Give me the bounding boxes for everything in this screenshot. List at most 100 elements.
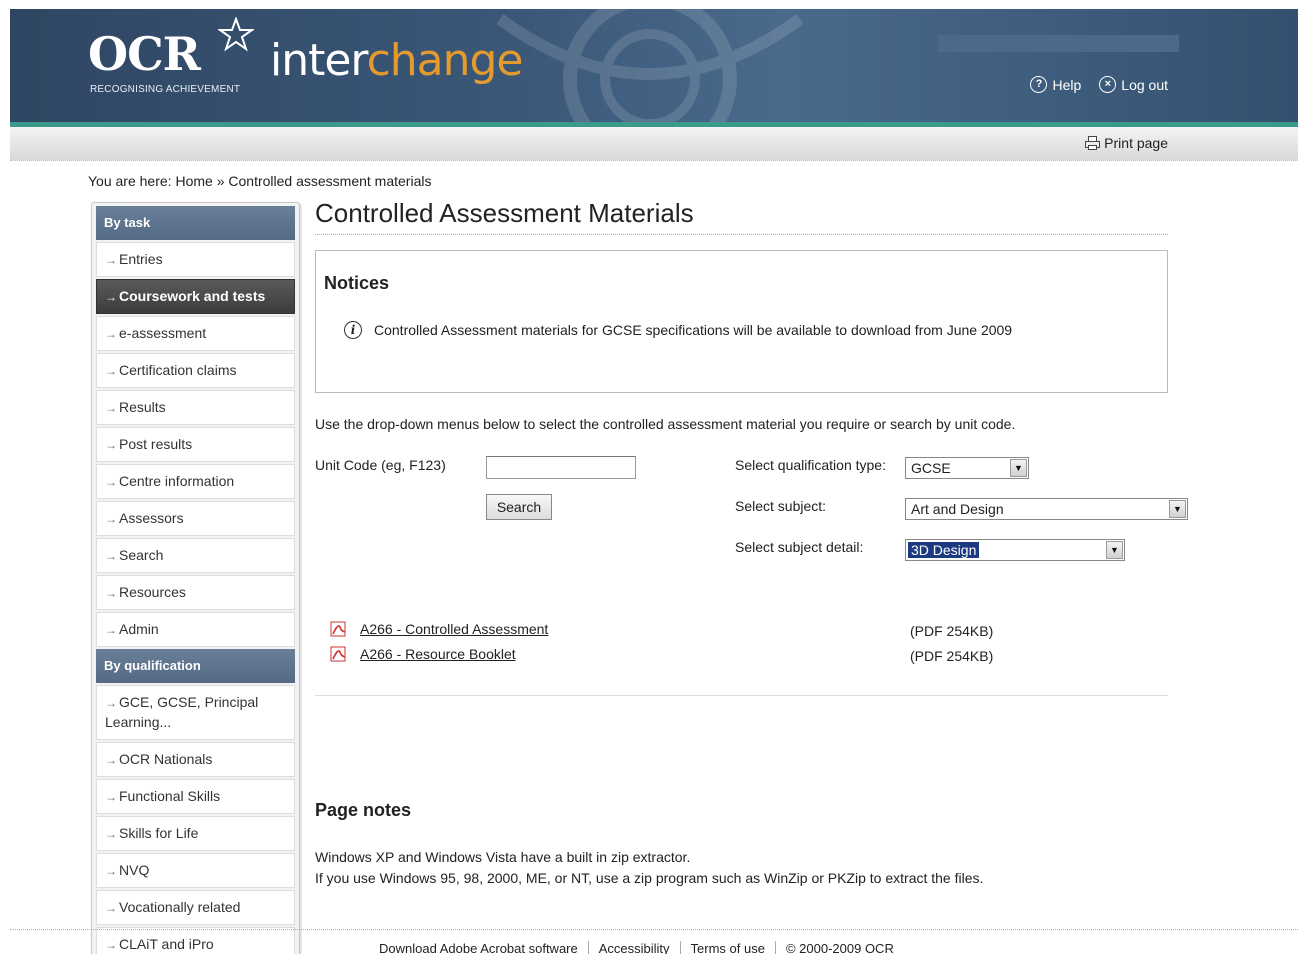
sidebar-item-vocationally-related[interactable]: → Vocationally related — [96, 889, 295, 925]
print-label: Print page — [1104, 135, 1168, 151]
sidebar-heading-by-qualification: By qualification — [96, 649, 295, 683]
file-row: A266 - Controlled Assessment — [330, 621, 548, 637]
sidebar-item-entries[interactable]: → Entries — [96, 242, 295, 277]
arrow-right-icon: → — [105, 937, 117, 952]
sidebar-item-label: NVQ — [119, 861, 150, 878]
chevron-down-icon[interactable]: ▼ — [1010, 459, 1027, 477]
sidebar-item-label: Skills for Life — [119, 824, 199, 841]
logout-label: Log out — [1121, 76, 1168, 93]
sidebar-item-assessors[interactable]: → Assessors — [96, 501, 295, 536]
sidebar-item-resources[interactable]: → Resources — [96, 575, 295, 610]
sidebar-item-label: OCR Nationals — [119, 750, 213, 767]
sidebar-item-skills-for-life[interactable]: → Skills for Life — [96, 815, 295, 851]
subject-detail-select[interactable]: 3D Design ▼ — [905, 539, 1125, 561]
file-row: A266 - Resource Booklet — [330, 646, 516, 662]
arrow-right-icon: → — [105, 549, 117, 563]
footer-link-acrobat[interactable]: Download Adobe Acrobat software — [379, 941, 588, 954]
sidebar-item-results[interactable]: → Results — [96, 390, 295, 425]
sidebar-item-label: Coursework and tests — [119, 288, 266, 304]
arrow-right-icon: → — [105, 900, 117, 915]
files-divider — [315, 695, 1168, 696]
arrow-right-icon: → — [105, 623, 117, 637]
print-page-link[interactable]: Print page — [1085, 135, 1168, 151]
arrow-right-icon: → — [105, 696, 117, 710]
chevron-down-icon[interactable]: ▼ — [1106, 541, 1123, 559]
sidebar-item-label: GCE, GCSE, Principal Learning... — [105, 694, 259, 731]
arrow-right-icon: → — [105, 438, 117, 452]
breadcrumb-prefix: You are here: — [88, 173, 172, 189]
help-label: Help — [1052, 76, 1082, 93]
printer-icon — [1085, 136, 1101, 150]
sidebar-item-gce-gcse[interactable]: → GCE, GCSE, Principal Learning... — [96, 685, 295, 740]
sidebar-item-functional-skills[interactable]: → Functional Skills — [96, 778, 295, 814]
title-divider — [315, 234, 1168, 235]
pdf-icon — [330, 621, 346, 637]
breadcrumb: You are here: Home » Controlled assessme… — [88, 173, 431, 189]
unit-code-label: Unit Code (eg, F123) — [315, 457, 446, 473]
arrow-right-icon: → — [105, 586, 117, 600]
logout-link[interactable]: × Log out — [1099, 76, 1168, 93]
sidebar-item-e-assessment[interactable]: → e-assessment — [96, 316, 295, 351]
ocr-logo: OCR — [88, 27, 201, 81]
footer-copyright: © 2000-2009 OCR — [774, 941, 904, 954]
page-notes-heading: Page notes — [315, 800, 412, 820]
sidebar-item-label: CLAiT and iPro — [119, 935, 214, 952]
chevron-down-icon[interactable]: ▼ — [1169, 500, 1186, 518]
page-title: Controlled Assessment Materials — [315, 198, 694, 228]
sidebar-item-label: Results — [119, 399, 166, 415]
notices-heading: Notices — [324, 273, 390, 293]
sidebar-item-label: Admin — [119, 621, 159, 637]
footer-link-accessibility[interactable]: Accessibility — [587, 941, 680, 954]
arrow-right-icon: → — [105, 752, 117, 767]
pdf-icon — [330, 646, 346, 662]
notice-text: Controlled Assessment materials for GCSE… — [374, 322, 1013, 338]
sidebar-item-clait-and-ipro[interactable]: → CLAiT and iPro — [96, 926, 295, 954]
help-link[interactable]: ? Help — [1030, 76, 1081, 93]
breadcrumb-separator: » — [216, 173, 225, 189]
file-link-controlled-assessment[interactable]: A266 - Controlled Assessment — [360, 621, 548, 637]
unit-code-input[interactable] — [486, 456, 636, 479]
sidebar-item-ocr-nationals[interactable]: → OCR Nationals — [96, 741, 295, 777]
footer: Download Adobe Acrobat software Accessib… — [379, 941, 904, 954]
sidebar-item-centre-information[interactable]: → Centre information — [96, 464, 295, 499]
header-links: ? Help × Log out — [1030, 76, 1168, 93]
footer-link-terms[interactable]: Terms of use — [679, 941, 775, 954]
footer-divider — [10, 929, 1298, 930]
sidebar: By task → Entries → Coursework and tests →… — [91, 202, 300, 954]
sidebar-item-label: Centre information — [119, 473, 235, 489]
sidebar-item-post-results[interactable]: → Post results — [96, 427, 295, 462]
sidebar-item-certification-claims[interactable]: → Certification claims — [96, 353, 295, 388]
arrow-right-icon: → — [105, 789, 117, 804]
toolbar: Print page — [10, 127, 1298, 161]
file-link-resource-booklet[interactable]: A266 - Resource Booklet — [360, 646, 516, 662]
sidebar-item-coursework-and-tests[interactable]: → Coursework and tests — [96, 279, 295, 314]
sidebar-item-search[interactable]: → Search — [96, 538, 295, 573]
sidebar-item-label: Resources — [119, 584, 186, 600]
search-button[interactable]: Search — [486, 494, 552, 520]
file-size: (PDF 254KB) — [910, 623, 994, 639]
arrow-right-icon: → — [105, 863, 117, 878]
subject-select[interactable]: Art and Design ▼ — [905, 498, 1188, 520]
sidebar-item-nvq[interactable]: → NVQ — [96, 852, 295, 888]
breadcrumb-home[interactable]: Home — [175, 173, 212, 189]
brand-orange: change — [366, 35, 524, 86]
arrow-right-icon: → — [105, 475, 117, 489]
arrow-right-icon: → — [105, 512, 117, 526]
intro-text: Use the drop-down menus below to select … — [315, 416, 1016, 432]
subject-value: Art and Design — [911, 501, 1004, 517]
interchange-brand: interchange — [270, 35, 523, 86]
info-icon: i — [344, 321, 362, 339]
sidebar-item-admin[interactable]: → Admin — [96, 612, 295, 647]
qualification-type-select[interactable]: GCSE ▼ — [905, 457, 1029, 479]
breadcrumb-current: Controlled assessment materials — [228, 173, 432, 189]
sidebar-item-label: Assessors — [119, 510, 184, 526]
sidebar-item-label: Search — [119, 547, 164, 563]
subject-detail-value: 3D Design — [906, 541, 981, 559]
header-banner-box — [938, 35, 1179, 52]
logo-tagline: RECOGNISING ACHIEVEMENT — [90, 84, 241, 95]
close-icon: × — [1099, 76, 1117, 93]
arrow-right-icon: → — [105, 327, 117, 341]
qualification-type-label: Select qualification type: — [735, 457, 886, 473]
arrow-right-icon: → — [105, 401, 117, 415]
notices-box: Notices i Controlled Assessment material… — [315, 250, 1168, 393]
